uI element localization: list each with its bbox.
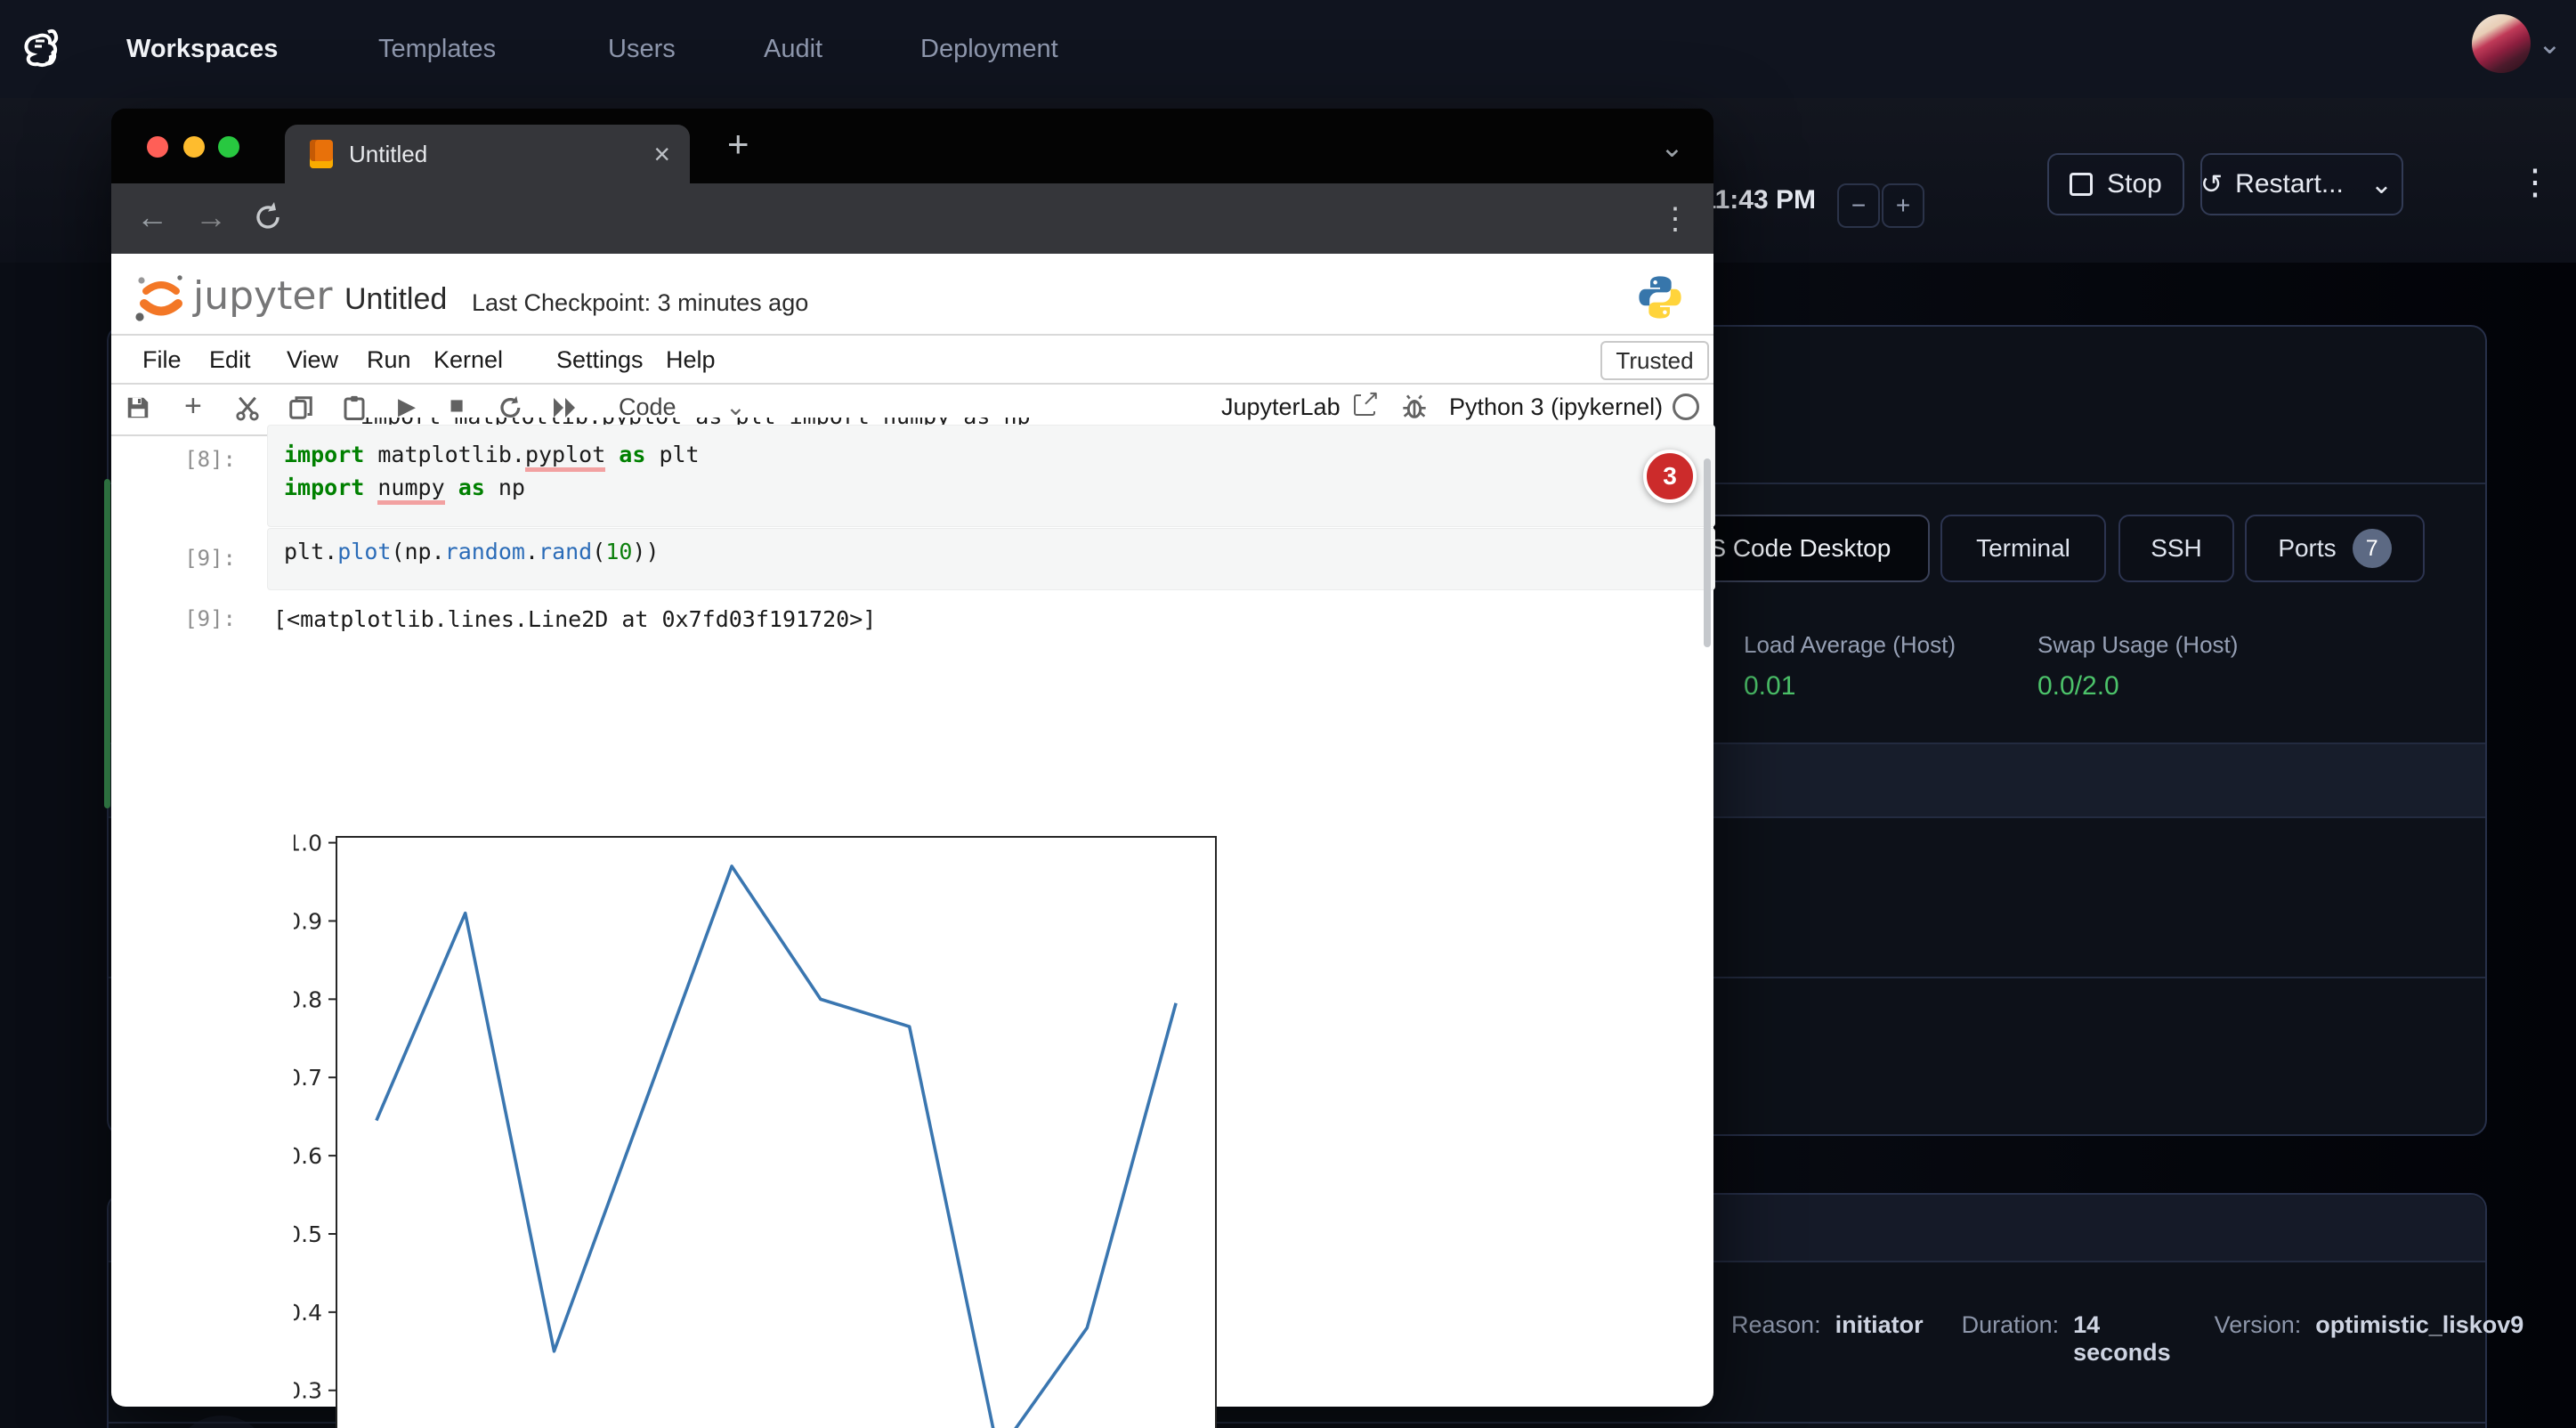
trusted-button[interactable]: Trusted — [1600, 341, 1709, 380]
menu-edit[interactable]: Edit — [209, 346, 251, 374]
menu-divider — [111, 383, 1713, 385]
output9-prompt: [9]: — [147, 606, 236, 631]
notebook-favicon — [310, 140, 333, 168]
output9-text: [<matplotlib.lines.Line2D at 0x7fd03f191… — [273, 606, 876, 632]
insert-cell-icon[interactable]: + — [184, 389, 202, 424]
coder-logo-icon[interactable] — [21, 25, 61, 69]
increase-button[interactable]: + — [1882, 183, 1924, 228]
jupyter-logo — [134, 270, 189, 325]
notification-count-badge[interactable]: 3 — [1643, 450, 1697, 503]
restart-icon: ↺ — [2200, 169, 2223, 200]
browser-toolbar: ← → 5555--main--test--matifali.atif.cdr.… — [111, 183, 1713, 254]
restart-options-chevron-icon[interactable]: ⌄ — [2360, 169, 2403, 200]
jupyter-notebook-app: jupyter Untitled Last Checkpoint: 3 minu… — [111, 254, 1713, 1407]
svg-text:0.9: 0.9 — [294, 908, 322, 934]
nav-item-audit[interactable]: Audit — [764, 0, 822, 98]
jupyter-brand: jupyter — [193, 273, 333, 319]
ports-count-badge: 7 — [2353, 529, 2392, 568]
debugger-bug-icon[interactable] — [1400, 393, 1429, 421]
browser-tab-untitled[interactable]: Untitled × — [285, 125, 690, 183]
tab-close-icon[interactable]: × — [653, 138, 670, 171]
svg-text:0.8: 0.8 — [294, 986, 322, 1012]
svg-text:0.7: 0.7 — [294, 1065, 322, 1091]
menu-kernel[interactable]: Kernel — [433, 346, 503, 374]
load-average-stat: Load Average (Host) 0.01 — [1744, 631, 1956, 702]
screen: Workspaces Templates Users Audit Deploym… — [0, 0, 2576, 1428]
reason-value: initiator — [1835, 1311, 1924, 1339]
stop-icon — [2070, 173, 2093, 196]
nav-item-users[interactable]: Users — [608, 0, 676, 98]
more-options-kebab-icon[interactable]: ⋮ — [2517, 162, 2553, 203]
open-jupyterlab-link[interactable]: JupyterLab — [1221, 394, 1341, 421]
reload-button[interactable] — [250, 199, 286, 235]
svg-text:0.3: 0.3 — [294, 1378, 322, 1404]
copy-cells-icon[interactable] — [288, 394, 314, 421]
user-menu-chevron-icon[interactable]: ⌄ — [2538, 27, 2562, 61]
build-meta-row: Reason: initiator Duration: 14 seconds V… — [1731, 1311, 2523, 1367]
interrupt-kernel-icon[interactable]: ■ — [450, 392, 464, 419]
code-line: import numpy as np — [284, 471, 1714, 504]
swap-usage-stat: Swap Usage (Host) 0.0/2.0 — [2037, 631, 2238, 702]
svg-text:1.0: 1.0 — [294, 831, 322, 856]
restart-split-button[interactable]: ↺ Restart... ⌄ — [2200, 153, 2403, 215]
swap-usage-value: 0.0/2.0 — [2037, 671, 2238, 702]
traffic-minimize-button[interactable] — [183, 136, 205, 158]
tab-search-chevron-icon[interactable]: ⌄ — [1660, 130, 1684, 164]
python-logo-icon — [1636, 273, 1684, 321]
cell-type-caret-icon: ⌄ — [725, 394, 746, 420]
ports-button[interactable]: Ports 7 — [2245, 515, 2425, 582]
chrome-window: Untitled × + ⌄ ← → 5555--main--test--mat… — [111, 109, 1713, 1407]
traffic-close-button[interactable] — [147, 136, 168, 158]
traffic-zoom-button[interactable] — [218, 136, 239, 158]
top-nav-bar: Workspaces Templates Users Audit Deploym… — [0, 0, 2576, 100]
save-icon[interactable] — [125, 394, 151, 421]
svg-text:0.5: 0.5 — [294, 1221, 322, 1247]
browser-menu-kebab-icon[interactable]: ⋮ — [1660, 201, 1690, 237]
user-avatar[interactable] — [2472, 14, 2531, 73]
stop-button[interactable]: Stop — [2047, 153, 2184, 215]
notebook-scrollbar[interactable] — [1704, 458, 1711, 647]
ssh-button[interactable]: SSH — [2118, 515, 2234, 582]
decrease-button[interactable]: − — [1837, 183, 1880, 228]
nav-item-templates[interactable]: Templates — [378, 0, 496, 98]
kernel-name[interactable]: Python 3 (ipykernel) — [1449, 394, 1663, 421]
version-value: optimistic_liskov9 — [2315, 1311, 2523, 1339]
cell8-input[interactable]: import matplotlib.pyplot as plt import n… — [267, 425, 1715, 527]
cut-cells-icon[interactable] — [234, 394, 261, 421]
cell9-input[interactable]: plt.plot(np.random.rand(10)) — [267, 528, 1715, 590]
matplotlib-line-plot: 0.20.30.40.50.60.70.80.91.002468 — [294, 820, 1237, 1428]
code-line: import matplotlib.pyplot as plt — [284, 438, 1714, 471]
svg-text:0.6: 0.6 — [294, 1143, 322, 1169]
menu-file[interactable]: File — [142, 346, 182, 374]
menu-help[interactable]: Help — [666, 346, 716, 374]
new-tab-button[interactable]: + — [727, 123, 749, 166]
workspace-status-stripe — [104, 479, 110, 808]
back-button[interactable]: ← — [136, 201, 168, 233]
cell9-prompt: [9]: — [147, 546, 236, 571]
notebook-title[interactable]: Untitled — [344, 282, 447, 317]
run-cell-icon[interactable]: ▶ — [398, 393, 416, 420]
duration-value: 14 seconds — [2073, 1311, 2176, 1367]
menu-run[interactable]: Run — [367, 346, 411, 374]
forward-button[interactable]: → — [195, 201, 227, 233]
restart-run-all-icon[interactable] — [551, 396, 579, 419]
header-divider — [111, 334, 1713, 336]
nav-item-workspaces[interactable]: Workspaces — [126, 0, 278, 98]
tab-strip: Untitled × + ⌄ — [111, 109, 1713, 183]
terminal-button[interactable]: Terminal — [1940, 515, 2106, 582]
kernel-status-icon — [1673, 394, 1699, 420]
svg-text:0.4: 0.4 — [294, 1300, 322, 1326]
menu-view[interactable]: View — [287, 346, 338, 374]
cell8-prompt: [8]: — [147, 447, 236, 472]
menu-settings[interactable]: Settings — [556, 346, 644, 374]
checkpoint-status: Last Checkpoint: 3 minutes ago — [472, 289, 808, 317]
external-link-icon[interactable]: ↗ — [1354, 394, 1375, 416]
load-average-value: 0.01 — [1744, 671, 1956, 702]
nav-item-deployment[interactable]: Deployment — [920, 0, 1058, 98]
